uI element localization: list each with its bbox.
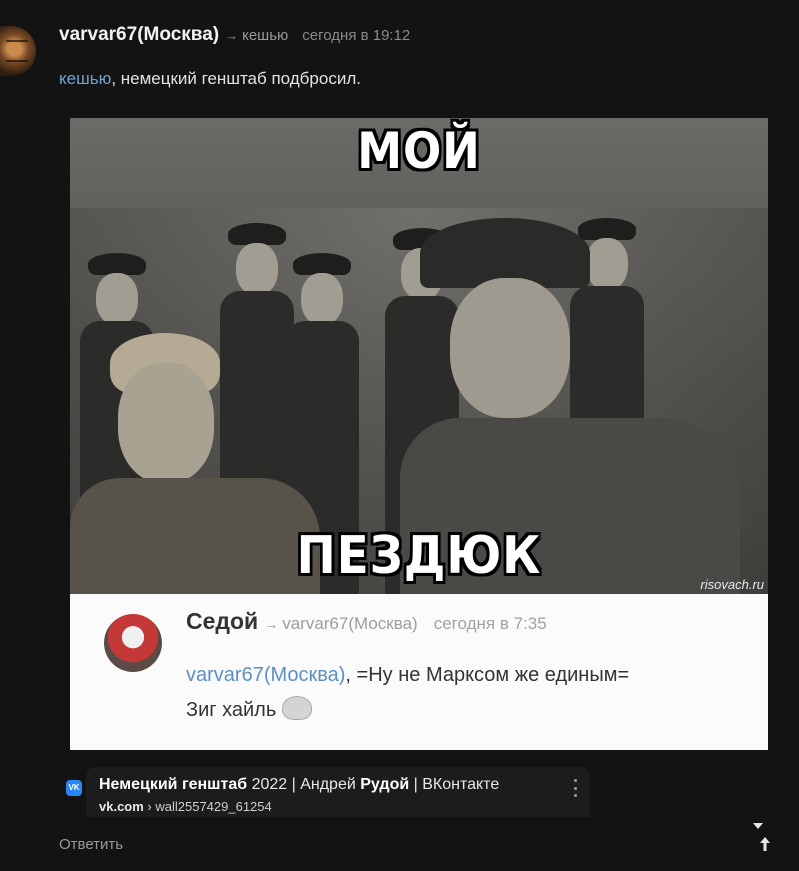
reply-arrow-icon: → [225,28,239,43]
comment-header: varvar67(Москва) → кешью сегодня в 19:12 [59,24,410,46]
collapse-icon[interactable] [753,823,763,829]
embedded-author-name: Седой [186,608,259,634]
meme-bottom-caption: ПЕЗДЮК [296,526,542,586]
link-card-title-part: | ВКонтакте [409,776,500,793]
link-preview-card[interactable]: Немецкий генштаб 2022 | Андрей Рудой | В… [86,767,590,817]
meme-watermark: risovach.ru [700,577,764,592]
reply-to-name[interactable]: кешью [242,27,288,44]
embedded-comment-line2: Зиг хайль [186,696,313,722]
comment-text-body: , немецкий генштаб подбросил. [111,69,361,88]
link-card-url: vk.com › wall2557429_61254 [99,799,272,814]
link-card-domain: vk.com [99,799,144,814]
author-name[interactable]: varvar67(Москва) [59,24,219,46]
link-card-title-bold: Немецкий генштаб [99,776,248,793]
meme-photo: МОЙ ПЕЗДЮК risovach.ru [70,118,768,594]
more-options-icon[interactable] [572,779,578,797]
link-card-title[interactable]: Немецкий генштаб 2022 | Андрей Рудой | В… [99,776,499,794]
mention-link[interactable]: кешью [59,69,111,88]
user-avatar[interactable] [0,26,36,76]
comment-time[interactable]: сегодня в 19:12 [302,27,410,44]
embedded-avatar [104,614,162,672]
embedded-comment-screenshot: Седой → varvar67(Москва) сегодня в 7:35 … [70,594,768,750]
comment-text: кешью, немецкий генштаб подбросил. [59,69,361,89]
embedded-reply-to-name: varvar67(Москва) [282,614,418,633]
embedded-reply-arrow-icon: → [264,616,279,632]
reply-button[interactable]: Ответить [59,836,123,853]
embedded-comment-header: Седой → varvar67(Москва) сегодня в 7:35 [186,608,547,635]
meme-top-caption: МОЙ [357,122,481,180]
embedded-mention-link: varvar67(Москва) [186,664,346,686]
embedded-line2-text: Зиг хайль [186,699,277,721]
embedded-comment-time: сегодня в 7:35 [433,614,547,633]
embedded-comment-text: varvar67(Москва), =Ну не Марксом же един… [186,664,629,687]
link-card-title-bold: Рудой [360,776,410,793]
troll-face-emoji-icon [282,696,313,720]
scroll-up-arrow-icon[interactable] [759,836,771,852]
link-card-title-part: 2022 | Андрей [247,776,361,793]
attached-image[interactable]: МОЙ ПЕЗДЮК risovach.ru Седой → varvar67(… [70,118,768,750]
vk-logo-icon: VK [66,780,82,796]
link-card-path: › wall2557429_61254 [143,799,272,814]
embedded-text-body: , =Ну не Марксом же единым= [345,664,630,686]
